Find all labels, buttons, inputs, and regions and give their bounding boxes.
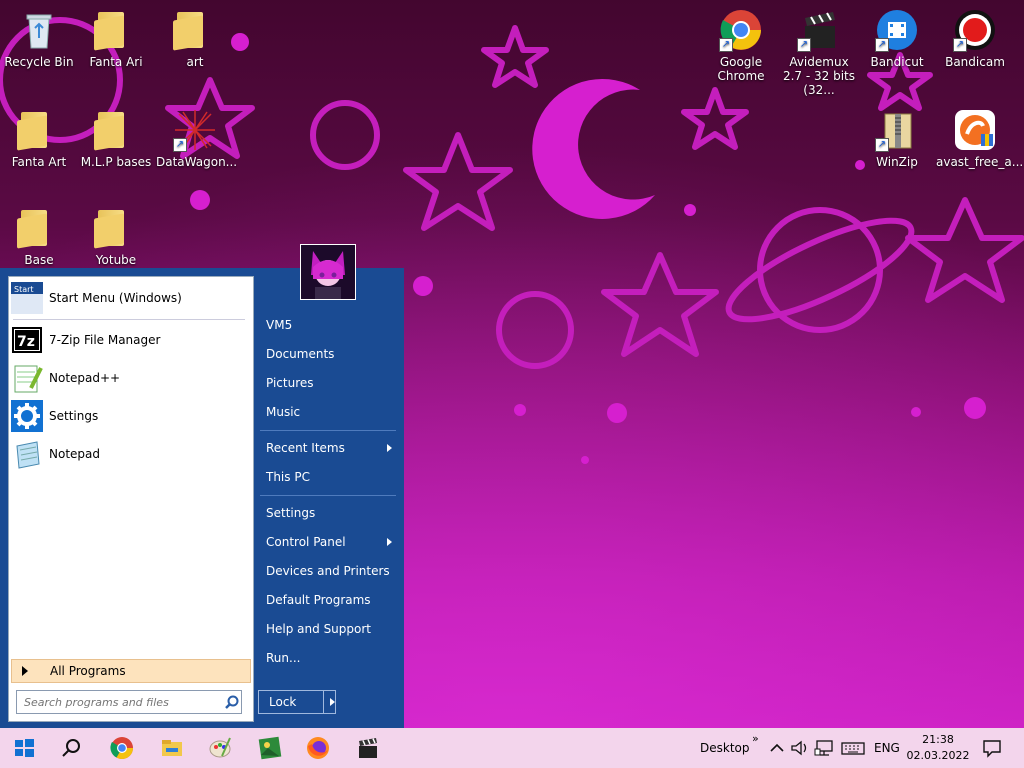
desktop-icon-mlp-bases[interactable]: M.L.P bases <box>77 108 155 169</box>
chevron-right-icon <box>387 538 392 546</box>
desktop-icon-fanta-ari[interactable]: Fanta Ari <box>77 8 155 69</box>
triangle-right-icon <box>22 666 28 676</box>
desktop-icon-yotube[interactable]: Yotube <box>77 206 155 267</box>
separator <box>260 430 396 431</box>
7zip-icon: 7z <box>11 324 43 356</box>
search-box[interactable] <box>16 690 242 714</box>
gear-icon <box>11 400 43 432</box>
shortcut-arrow-icon: ↗ <box>875 138 889 152</box>
toolbar-expand-icon[interactable]: » <box>752 718 759 758</box>
bandicam-icon: ↗ <box>953 8 997 52</box>
start-menu: Start Start Menu (Windows) 7z 7-Zip File… <box>0 244 404 728</box>
desktop-icon-art[interactable]: art <box>156 8 234 69</box>
desktop-icon-avidemux[interactable]: ↗ Avidemux 2.7 - 32 bits (32... <box>780 8 858 97</box>
lock-button[interactable]: Lock <box>258 690 336 714</box>
search-icon[interactable] <box>224 694 240 710</box>
separator <box>260 495 396 496</box>
desktop-icon-fanta-art[interactable]: Fanta Art <box>0 108 78 169</box>
desktop-icon-bandicam[interactable]: ↗ Bandicam <box>936 8 1014 69</box>
desktop-icon-bandicut[interactable]: ↗ Bandicut <box>858 8 936 69</box>
image-viewer-icon[interactable] <box>258 736 282 760</box>
windows-start-icon[interactable] <box>12 736 36 760</box>
search-input[interactable] <box>22 694 222 710</box>
shortcut-arrow-icon: ↗ <box>173 138 187 152</box>
taskbar: Desktop » ENG 21:38 02.03.2022 <box>0 728 1024 768</box>
datawagon-icon: ↗ <box>173 108 217 152</box>
desktop-icon-winzip[interactable]: ↗ WinZip <box>858 108 936 169</box>
separator <box>13 319 245 320</box>
power-options-arrow-icon[interactable] <box>330 698 335 706</box>
folder-icon <box>94 8 138 52</box>
start-menu-programs-panel: Start Start Menu (Windows) 7z 7-Zip File… <box>8 276 254 722</box>
shortcut-arrow-icon: ↗ <box>719 38 733 52</box>
folder-icon <box>94 206 138 250</box>
desktop-icon-recycle-bin[interactable]: Recycle Bin <box>0 8 78 69</box>
program-settings[interactable]: Settings <box>11 399 249 433</box>
right-item-documents[interactable]: Documents <box>266 343 396 365</box>
clapperboard-icon[interactable] <box>356 736 380 760</box>
folder-icon <box>173 8 217 52</box>
right-item-control-panel[interactable]: Control Panel <box>266 531 396 553</box>
desktop-icon-base[interactable]: Base <box>0 206 78 267</box>
bandicut-icon: ↗ <box>875 8 919 52</box>
right-item-pictures[interactable]: Pictures <box>266 372 396 394</box>
right-item-devices-printers[interactable]: Devices and Printers <box>266 560 396 582</box>
right-item-recent-items[interactable]: Recent Items <box>266 437 396 459</box>
all-programs-button[interactable]: All Programs <box>11 659 251 683</box>
program-notepad[interactable]: Notepad <box>11 437 249 471</box>
winzip-icon: ↗ <box>875 108 919 152</box>
clapperboard-icon: ↗ <box>797 8 841 52</box>
firefox-icon[interactable] <box>306 736 330 760</box>
program-notepadpp[interactable]: Notepad++ <box>11 361 249 395</box>
chevron-up-icon[interactable] <box>768 736 786 760</box>
language-indicator[interactable]: ENG <box>874 728 900 768</box>
keyboard-icon[interactable] <box>840 736 866 760</box>
svg-text:Start: Start <box>14 285 34 294</box>
search-icon[interactable] <box>60 736 84 760</box>
chrome-icon[interactable] <box>110 736 134 760</box>
clock-date: 02.03.2022 <box>906 749 970 762</box>
shortcut-arrow-icon: ↗ <box>953 38 967 52</box>
volume-icon[interactable] <box>790 736 810 760</box>
notepadpp-icon <box>11 362 43 394</box>
right-item-this-pc[interactable]: This PC <box>266 466 396 488</box>
file-explorer-icon[interactable] <box>160 736 184 760</box>
shortcut-arrow-icon: ↗ <box>875 38 889 52</box>
right-item-music[interactable]: Music <box>266 401 396 423</box>
svg-text:7z: 7z <box>17 334 35 350</box>
network-icon[interactable] <box>814 736 836 760</box>
right-item-default-programs[interactable]: Default Programs <box>266 589 396 611</box>
recycle-bin-icon <box>17 8 61 52</box>
desktop: Recycle Bin Fanta Ari art Fanta Art M.L.… <box>0 0 1024 728</box>
notifications-icon[interactable] <box>980 736 1004 760</box>
clock-time: 21:38 <box>922 733 954 746</box>
shortcut-arrow-icon: ↗ <box>797 38 811 52</box>
right-item-help-support[interactable]: Help and Support <box>266 618 396 640</box>
folder-icon <box>94 108 138 152</box>
user-avatar[interactable] <box>300 244 356 300</box>
right-item-settings[interactable]: Settings <box>266 502 396 524</box>
chrome-icon: ↗ <box>719 8 763 52</box>
desktop-icon-google-chrome[interactable]: ↗ Google Chrome <box>702 8 780 83</box>
avast-icon <box>953 108 997 152</box>
right-item-run[interactable]: Run... <box>266 647 396 669</box>
desktop-toolbar-label[interactable]: Desktop <box>700 728 750 768</box>
start-menu-icon: Start <box>11 282 43 314</box>
program-start-menu-windows[interactable]: Start Start Menu (Windows) <box>11 281 249 315</box>
folder-icon <box>17 206 61 250</box>
folder-icon <box>17 108 61 152</box>
paint-icon[interactable] <box>208 736 232 760</box>
desktop-icon-avast[interactable]: avast_free_a... <box>936 108 1023 169</box>
notepad-icon <box>11 438 43 470</box>
desktop-icon-datawagon[interactable]: ↗ DataWagon... <box>156 108 237 169</box>
chevron-right-icon <box>387 444 392 452</box>
right-item-vm5[interactable]: VM5 <box>266 314 396 336</box>
clock[interactable]: 21:38 02.03.2022 <box>906 728 970 768</box>
program-7zip[interactable]: 7z 7-Zip File Manager <box>11 323 249 357</box>
